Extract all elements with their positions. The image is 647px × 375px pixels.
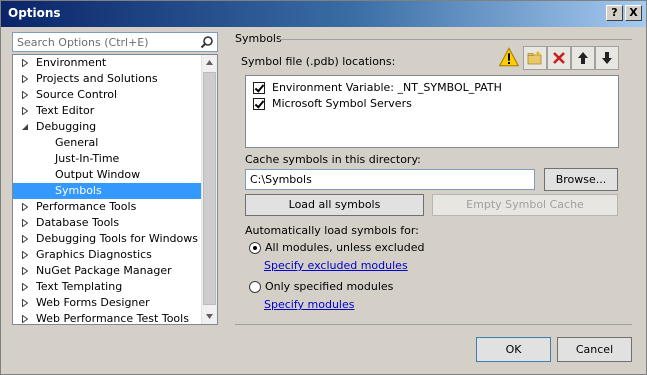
location-checkbox[interactable] <box>253 98 265 110</box>
tree-item[interactable]: Text Templating <box>13 279 202 295</box>
collapsed-arrow-icon[interactable] <box>21 219 29 227</box>
section-title: Symbols <box>235 32 282 45</box>
move-up-button[interactable] <box>571 46 595 70</box>
symbol-locations-list[interactable]: Environment Variable: _NT_SYMBOL_PATH Mi… <box>245 75 619 148</box>
tree-item[interactable]: Debugging <box>13 119 202 135</box>
specify-excluded-modules-link[interactable]: Specify excluded modules <box>264 259 408 272</box>
tree-item-label: Just-In-Time <box>55 152 120 165</box>
collapsed-arrow-icon[interactable] <box>21 91 29 99</box>
tree-item-label: Text Templating <box>36 280 123 293</box>
tree-item[interactable]: Environment <box>13 55 202 71</box>
footer-divider <box>235 324 632 325</box>
title-bar[interactable]: Options ? X <box>1 1 646 27</box>
move-up-icon <box>578 52 588 64</box>
tree-item-label: Text Editor <box>36 104 95 117</box>
tree-rows: Environment Projects and Solutions Source … <box>13 55 202 325</box>
expanded-arrow-icon[interactable] <box>21 123 29 131</box>
tree-item[interactable]: Just-In-Time <box>13 151 202 167</box>
collapsed-arrow-icon[interactable] <box>21 299 29 307</box>
collapsed-arrow-icon[interactable] <box>21 59 29 67</box>
close-button[interactable]: X <box>625 5 642 21</box>
new-folder-icon <box>527 50 542 65</box>
collapsed-arrow-icon[interactable] <box>21 107 29 115</box>
tree-item[interactable]: Performance Tools <box>13 199 202 215</box>
ok-button[interactable]: OK <box>476 337 551 362</box>
location-checkbox[interactable] <box>253 82 265 94</box>
specify-modules-link[interactable]: Specify modules <box>264 298 354 311</box>
tree-item-label: Projects and Solutions <box>36 72 158 85</box>
tree-item[interactable]: Web Performance Test Tools <box>13 311 202 325</box>
only-specified-modules-label[interactable]: Only specified modules <box>265 280 393 293</box>
collapsed-arrow-icon[interactable] <box>21 235 29 243</box>
collapsed-arrow-icon[interactable] <box>21 283 29 291</box>
move-down-icon <box>602 52 612 64</box>
options-dialog: Options ? X Environment Projects and Solu… <box>0 0 647 375</box>
tree-item-label: NuGet Package Manager <box>36 264 172 277</box>
all-modules-radio[interactable] <box>249 242 261 254</box>
scroll-up-button[interactable] <box>202 55 217 71</box>
tree-item-label: Output Window <box>55 168 141 181</box>
collapsed-arrow-icon[interactable] <box>21 203 29 211</box>
warning-icon <box>499 47 519 67</box>
tree-item[interactable]: Web Forms Designer <box>13 295 202 311</box>
move-down-button[interactable] <box>595 46 619 70</box>
help-button[interactable]: ? <box>606 5 623 21</box>
window-title: Options <box>8 6 61 20</box>
tree-item[interactable]: Projects and Solutions <box>13 71 202 87</box>
new-location-button[interactable] <box>523 46 547 70</box>
scroll-down-button[interactable] <box>202 308 217 324</box>
tree-item-label: Debugging Tools for Windows <box>36 232 198 245</box>
cache-directory-label: Cache symbols in this directory: <box>245 153 421 166</box>
tree-item[interactable]: Debugging Tools for Windows <box>13 231 202 247</box>
tree-item-label: Web Performance Test Tools <box>36 312 189 325</box>
tree-item[interactable]: Output Window <box>13 167 202 183</box>
only-specified-modules-radio[interactable] <box>249 281 261 293</box>
tree-item-label: Graphics Diagnostics <box>36 248 152 261</box>
chevron-up-icon <box>206 60 213 65</box>
all-modules-label[interactable]: All modules, unless excluded <box>265 241 425 254</box>
search-input[interactable] <box>13 33 193 51</box>
empty-symbol-cache-button: Empty Symbol Cache <box>432 194 618 216</box>
options-tree[interactable]: Environment Projects and Solutions Source … <box>12 54 218 325</box>
tree-item-label: Source Control <box>36 88 118 101</box>
tree-item[interactable]: Symbols <box>13 183 202 199</box>
collapsed-arrow-icon[interactable] <box>21 315 29 323</box>
collapsed-arrow-icon[interactable] <box>21 267 29 275</box>
tree-item-label: Web Forms Designer <box>36 296 150 309</box>
tree-item[interactable]: Text Editor <box>13 103 202 119</box>
browse-button[interactable]: Browse... <box>544 168 618 191</box>
warning-button[interactable] <box>498 46 522 70</box>
load-all-symbols-button[interactable]: Load all symbols <box>245 194 424 216</box>
collapsed-arrow-icon[interactable] <box>21 251 29 259</box>
auto-load-label: Automatically load symbols for: <box>245 224 419 237</box>
section-divider <box>279 39 632 40</box>
cache-directory-field[interactable]: C:\Symbols <box>245 169 535 190</box>
delete-icon <box>553 52 565 64</box>
location-label: Environment Variable: _NT_SYMBOL_PATH <box>272 81 502 94</box>
search-icon[interactable] <box>200 35 214 49</box>
scroll-thumb[interactable] <box>203 72 216 305</box>
tree-item-label: Performance Tools <box>36 200 137 213</box>
tree-item[interactable]: Source Control <box>13 87 202 103</box>
cancel-button[interactable]: Cancel <box>557 337 632 362</box>
location-label: Microsoft Symbol Servers <box>272 97 412 110</box>
pdb-locations-label: Symbol file (.pdb) locations: <box>241 55 396 68</box>
tree-item-label: Database Tools <box>36 216 120 229</box>
tree-item-label: General <box>55 136 99 149</box>
tree-item[interactable]: General <box>13 135 202 151</box>
remove-location-button[interactable] <box>547 46 571 70</box>
search-box <box>12 32 218 52</box>
tree-item[interactable]: Graphics Diagnostics <box>13 247 202 263</box>
chevron-down-icon <box>206 314 213 319</box>
tree-item-label: Debugging <box>36 120 97 133</box>
tree-item-label: Symbols <box>55 184 102 197</box>
tree-item-label: Environment <box>36 56 107 69</box>
tree-item[interactable]: NuGet Package Manager <box>13 263 202 279</box>
tree-scrollbar[interactable] <box>201 55 217 324</box>
collapsed-arrow-icon[interactable] <box>21 75 29 83</box>
tree-item[interactable]: Database Tools <box>13 215 202 231</box>
